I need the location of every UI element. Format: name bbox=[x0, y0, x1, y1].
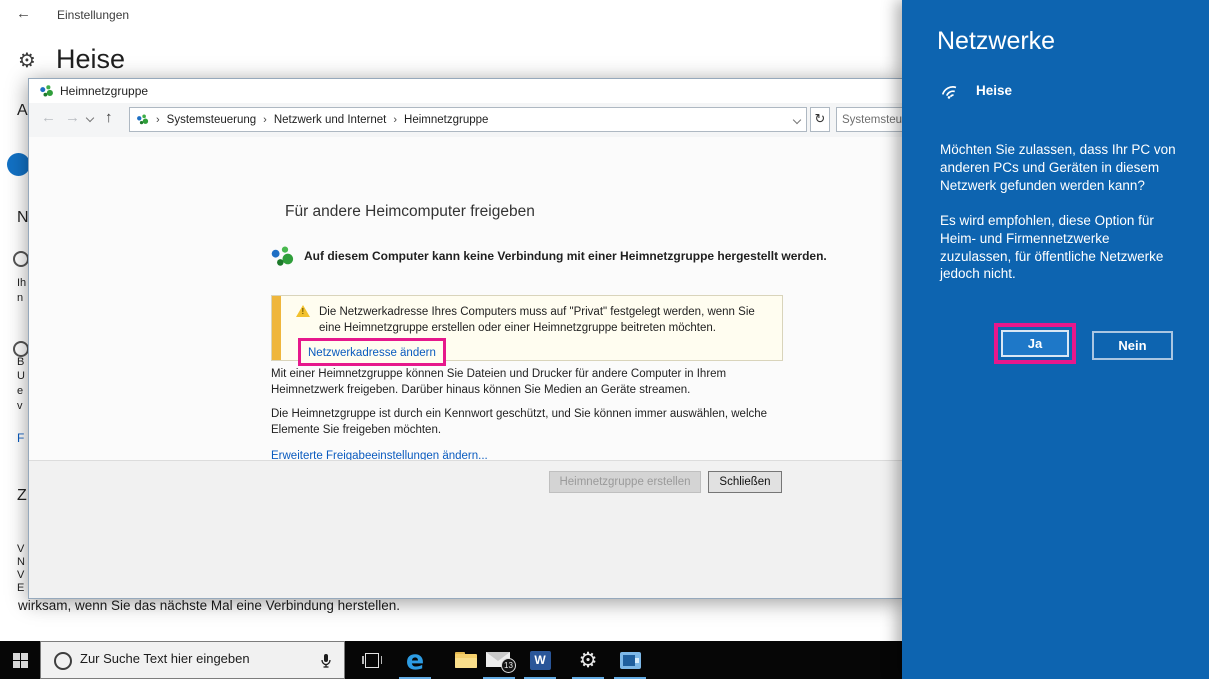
dialog-footer: Heimnetzgruppe erstellen Schließen bbox=[29, 461, 903, 598]
settings-app-title: Einstellungen bbox=[57, 8, 129, 22]
settings-fragment: F bbox=[17, 431, 24, 445]
settings-fragment: A bbox=[17, 102, 28, 120]
settings-fragment: E bbox=[17, 582, 24, 594]
settings-fragment: e bbox=[17, 385, 23, 397]
settings-fragment: V bbox=[17, 543, 24, 555]
settings-fragment: n bbox=[17, 292, 23, 304]
taskbar: e 13 W ⚙ bbox=[0, 641, 902, 679]
window-title: Heimnetzgruppe bbox=[60, 84, 148, 98]
breadcrumb-separator: › bbox=[263, 114, 267, 126]
warning-accent-bar bbox=[272, 296, 281, 360]
page-heading: Für andere Heimcomputer freigeben bbox=[285, 203, 535, 221]
settings-fragment: V bbox=[17, 569, 24, 581]
settings-fragment: U bbox=[17, 370, 25, 382]
settings-gear-icon: ⚙ bbox=[579, 650, 598, 671]
desktop: ← Einstellungen ⚙ Heise ANIhnBUevFZVNVE … bbox=[0, 0, 1209, 679]
flyout-question: Möchten Sie zulassen, dass Ihr PC von an… bbox=[940, 141, 1184, 194]
start-button[interactable] bbox=[0, 641, 40, 679]
homegroup-content: Für andere Heimcomputer freigeben Auf di… bbox=[29, 137, 903, 460]
change-network-address-link[interactable]: Netzwerkadresse ändern bbox=[308, 347, 436, 359]
breadcrumb-separator: › bbox=[156, 114, 160, 126]
refresh-button[interactable]: ↻ bbox=[810, 107, 830, 132]
breadcrumb-item[interactable]: Systemsteuerung bbox=[167, 114, 257, 126]
highlight-box: Ja bbox=[994, 323, 1076, 364]
task-view-button[interactable] bbox=[352, 641, 392, 679]
homegroup-description: Mit einer Heimnetzgruppe können Sie Date… bbox=[271, 366, 799, 399]
mail-badge: 13 bbox=[501, 658, 516, 673]
no-button[interactable]: Nein bbox=[1092, 331, 1173, 360]
radio-icon bbox=[13, 341, 29, 357]
taskbar-search[interactable] bbox=[40, 641, 345, 679]
taskbar-edge[interactable]: e bbox=[395, 641, 435, 679]
settings-fragment: B bbox=[17, 356, 24, 368]
yes-button[interactable]: Ja bbox=[1001, 330, 1069, 357]
status-row: Auf diesem Computer kann keine Verbindun… bbox=[270, 244, 827, 268]
network-flyout: Netzwerke Heise Möchten Sie zulassen, da… bbox=[902, 0, 1209, 679]
microphone-icon[interactable] bbox=[320, 653, 332, 674]
close-button[interactable]: Schließen bbox=[708, 471, 782, 493]
taskbar-search-input[interactable] bbox=[78, 650, 312, 667]
window-titlebar[interactable]: Heimnetzgruppe bbox=[29, 79, 903, 103]
breadcrumb-item[interactable]: Netzwerk und Internet bbox=[274, 114, 387, 126]
address-bar[interactable]: › Systemsteuerung › Netzwerk und Internet › H… bbox=[129, 107, 807, 132]
chevron-down-icon[interactable] bbox=[86, 114, 94, 122]
wifi-icon bbox=[939, 80, 963, 100]
settings-page-title: Heise bbox=[56, 44, 125, 75]
settings-fragment: Ih bbox=[17, 277, 26, 289]
chevron-down-icon[interactable] bbox=[793, 115, 801, 123]
warning-box: ! Die Netzwerkadresse Ihres Computers mu… bbox=[271, 295, 783, 361]
explorer-search[interactable] bbox=[836, 107, 903, 132]
settings-fragment: N bbox=[17, 209, 29, 227]
explorer-search-input[interactable] bbox=[837, 108, 903, 131]
highlight-box: Netzwerkadresse ändern bbox=[298, 338, 446, 366]
taskbar-network-app[interactable] bbox=[610, 641, 650, 679]
mail-icon: 13 bbox=[486, 650, 512, 670]
cortana-icon bbox=[54, 652, 72, 670]
network-app-icon bbox=[620, 652, 641, 669]
homegroup-icon bbox=[270, 244, 295, 268]
taskbar-mail[interactable]: 13 bbox=[479, 641, 519, 679]
homegroup-icon bbox=[39, 84, 54, 98]
breadcrumb-separator: › bbox=[393, 114, 397, 126]
radio-icon bbox=[13, 251, 29, 267]
explorer-toolbar: ← → ↑ › Systemsteuerung › Netzwerk und Inte… bbox=[29, 103, 903, 138]
settings-footnote: wirksam, wenn Sie das nächste Mal eine V… bbox=[18, 598, 400, 613]
warning-text: Die Netzwerkadresse Ihres Computers muss… bbox=[319, 304, 777, 336]
folder-icon bbox=[455, 652, 477, 668]
network-item[interactable]: Heise bbox=[939, 80, 1012, 100]
taskbar-settings[interactable]: ⚙ bbox=[568, 641, 608, 679]
flyout-title: Netzwerke bbox=[937, 27, 1055, 56]
breadcrumb: › Systemsteuerung › Netzwerk und Internet › H… bbox=[149, 114, 794, 126]
create-homegroup-button[interactable]: Heimnetzgruppe erstellen bbox=[549, 471, 701, 493]
settings-fragment: Z bbox=[17, 487, 27, 505]
edge-icon: e bbox=[406, 647, 424, 674]
settings-clipped-content: ANIhnBUevFZVNVE bbox=[0, 0, 29, 641]
homegroup-icon bbox=[136, 113, 149, 126]
task-view-icon bbox=[362, 653, 382, 668]
homegroup-password-note: Die Heimnetzgruppe ist durch ein Kennwor… bbox=[271, 406, 799, 439]
word-icon: W bbox=[530, 651, 551, 670]
forward-icon[interactable]: → bbox=[65, 109, 80, 126]
network-name: Heise bbox=[976, 83, 1012, 98]
flyout-recommendation: Es wird empfohlen, diese Option für Heim… bbox=[940, 212, 1184, 283]
settings-fragment: N bbox=[17, 556, 25, 568]
homegroup-window: Heimnetzgruppe ← → ↑ › Systemsteuerung › Ne… bbox=[28, 78, 904, 599]
toggle-icon bbox=[7, 153, 29, 176]
windows-logo-icon bbox=[13, 653, 28, 668]
status-text: Auf diesem Computer kann keine Verbindun… bbox=[304, 249, 827, 263]
warning-icon: ! bbox=[296, 304, 311, 317]
settings-fragment: v bbox=[17, 400, 23, 412]
back-icon[interactable]: ← bbox=[41, 109, 56, 126]
taskbar-word[interactable]: W bbox=[520, 641, 560, 679]
up-icon[interactable]: ↑ bbox=[105, 109, 113, 126]
breadcrumb-item[interactable]: Heimnetzgruppe bbox=[404, 114, 488, 126]
